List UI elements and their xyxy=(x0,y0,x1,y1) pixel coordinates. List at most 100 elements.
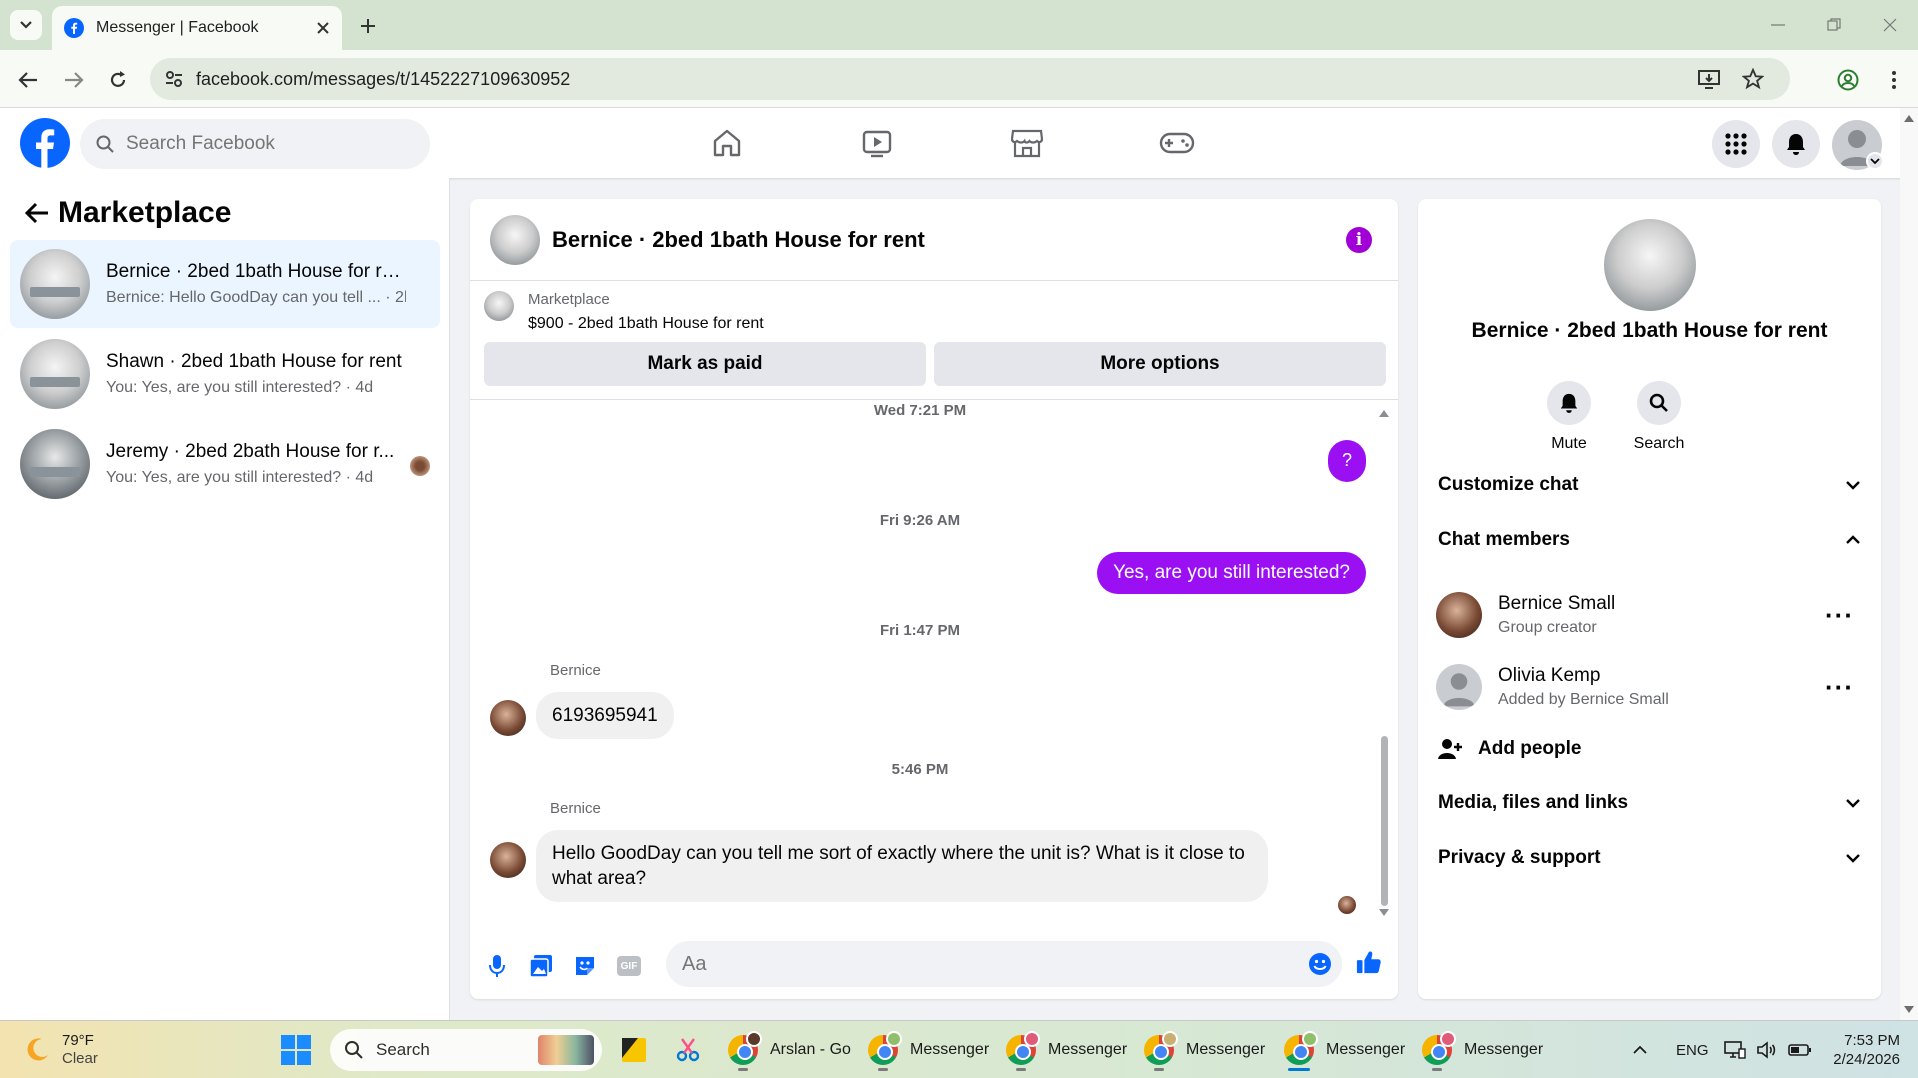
back-button[interactable] xyxy=(14,66,42,94)
show-hidden-icons-button[interactable] xyxy=(1632,1029,1648,1071)
grid-menu-icon xyxy=(1725,133,1747,155)
language-indicator[interactable]: ENG xyxy=(1676,1029,1709,1071)
browser-menu-button[interactable] xyxy=(1880,66,1908,94)
facebook-search-box[interactable] xyxy=(80,119,430,169)
more-options-icon[interactable]: ··· xyxy=(1825,672,1854,703)
facebook-search-input[interactable] xyxy=(126,133,376,155)
emoji-icon[interactable] xyxy=(1308,952,1332,976)
chat-member[interactable]: Olivia Kemp Added by Bernice Small ··· xyxy=(1436,657,1864,717)
gif-button[interactable]: GIF xyxy=(616,953,642,979)
add-people-row[interactable]: Add people xyxy=(1438,729,1861,769)
marketplace-icon xyxy=(1010,129,1044,158)
notifications-button[interactable] xyxy=(1772,120,1820,168)
sticker-button[interactable] xyxy=(572,953,598,979)
media-files-links-row[interactable]: Media, files and links xyxy=(1438,783,1861,823)
chat-avatar[interactable] xyxy=(490,214,540,265)
message-scrollbar[interactable] xyxy=(1378,408,1390,918)
new-tab-button[interactable] xyxy=(354,12,382,40)
sender-avatar[interactable] xyxy=(490,700,526,736)
incoming-message[interactable]: Hello GoodDay can you tell me sort of ex… xyxy=(536,830,1268,902)
facebook-header xyxy=(0,108,1918,178)
back-arrow-icon[interactable] xyxy=(24,202,50,224)
browser-tab[interactable]: Messenger | Facebook xyxy=(52,6,342,50)
mark-as-paid-button[interactable]: Mark as paid xyxy=(484,342,926,386)
attach-photo-button[interactable] xyxy=(528,953,554,979)
chat-members-row[interactable]: Chat members xyxy=(1438,520,1861,560)
conversation-item[interactable]: Bernice · 2bed 1bath House for rent Bern… xyxy=(10,240,440,328)
add-person-icon xyxy=(1438,739,1462,759)
member-avatar xyxy=(1436,664,1482,710)
page-scrollbar[interactable] xyxy=(1900,108,1918,1020)
sender-avatar[interactable] xyxy=(490,842,526,878)
taskbar-app[interactable]: Messenger xyxy=(1144,1029,1265,1071)
snipping-tool-app[interactable] xyxy=(674,1029,702,1071)
taskbar-search[interactable]: Search xyxy=(330,1029,602,1071)
scroll-thumb[interactable] xyxy=(1381,736,1388,906)
outgoing-message[interactable]: ? xyxy=(1328,440,1366,482)
voice-clip-button[interactable] xyxy=(484,953,510,979)
incoming-message[interactable]: 6193695941 xyxy=(536,692,674,739)
privacy-support-row[interactable]: Privacy & support xyxy=(1438,838,1861,878)
chevron-down-icon xyxy=(1846,799,1860,808)
send-like-button[interactable] xyxy=(1356,949,1382,975)
taskbar-app[interactable]: Messenger xyxy=(1006,1029,1127,1071)
start-button[interactable] xyxy=(280,1029,312,1071)
conversation-preview: You: Yes, are you still interested? · 4d xyxy=(106,469,374,486)
restore-button[interactable] xyxy=(1820,12,1848,38)
message-input-box[interactable] xyxy=(666,941,1342,987)
chat-details-panel: Bernice · 2bed 1bath House for rent Mute… xyxy=(1418,199,1881,999)
more-options-icon[interactable]: ··· xyxy=(1825,600,1854,631)
chat-title[interactable]: Bernice · 2bed 1bath House for rent xyxy=(552,227,925,253)
outgoing-message[interactable]: Yes, are you still interested? xyxy=(1097,552,1366,594)
close-window-button[interactable] xyxy=(1876,12,1904,38)
thumbs-up-icon xyxy=(1356,951,1381,974)
clock-time: 7:53 PM xyxy=(1844,1032,1900,1049)
address-bar[interactable]: facebook.com/messages/t/1452227109630952 xyxy=(150,58,1790,100)
site-info-icon[interactable] xyxy=(164,69,184,89)
forward-button[interactable] xyxy=(60,66,88,94)
member-role: Added by Bernice Small xyxy=(1498,691,1669,708)
scroll-down-icon[interactable] xyxy=(1378,908,1390,918)
sticky-notes-app[interactable] xyxy=(620,1029,648,1071)
listing-summary[interactable]: Marketplace $900 - 2bed 1bath House for … xyxy=(484,291,764,332)
install-app-icon[interactable] xyxy=(1698,69,1720,89)
close-tab-icon[interactable] xyxy=(316,21,330,35)
conversation-item[interactable]: Shawn · 2bed 1bath House for rent You: Y… xyxy=(10,330,440,418)
taskbar-search-label: Search xyxy=(376,1040,430,1059)
scroll-up-icon[interactable] xyxy=(1904,114,1914,122)
profile-button[interactable] xyxy=(1834,66,1862,94)
taskbar-app[interactable]: Messenger xyxy=(1284,1029,1405,1071)
bookmark-star-icon[interactable] xyxy=(1742,68,1764,90)
search-icon xyxy=(96,135,114,153)
system-tray[interactable] xyxy=(1724,1029,1812,1071)
message-list[interactable]: Wed 7:21 PM ? Fri 9:26 AM Yes, are you s… xyxy=(470,399,1398,931)
more-options-button[interactable]: More options xyxy=(934,342,1386,386)
message-input[interactable] xyxy=(682,952,1282,976)
tab-search-button[interactable] xyxy=(10,10,42,40)
conversation-item[interactable]: Jeremy · 2bed 2bath House for r... You: … xyxy=(10,420,440,508)
menu-button[interactable] xyxy=(1712,120,1760,168)
mute-button[interactable]: Mute xyxy=(1524,381,1614,453)
customize-chat-row[interactable]: Customize chat xyxy=(1438,465,1861,505)
conversation-title: Bernice · 2bed 1bath House for rent xyxy=(106,261,406,282)
reload-button[interactable] xyxy=(104,66,132,94)
scroll-down-icon[interactable] xyxy=(1904,1006,1914,1014)
nav-home[interactable] xyxy=(672,120,782,166)
nav-marketplace[interactable] xyxy=(972,120,1082,166)
nav-gaming[interactable] xyxy=(1122,120,1232,166)
taskbar-app[interactable]: Messenger xyxy=(868,1029,989,1071)
taskbar-app[interactable]: Arslan - Go xyxy=(728,1029,851,1071)
chat-details-avatar[interactable] xyxy=(1604,219,1696,311)
message-timestamp: Fri 9:26 AM xyxy=(879,512,961,529)
weather-widget[interactable]: 79°F Clear xyxy=(22,1029,98,1071)
facebook-logo-icon[interactable] xyxy=(20,118,70,168)
account-chevron[interactable] xyxy=(1866,152,1884,170)
chat-member[interactable]: Bernice Small Group creator ··· xyxy=(1436,585,1864,645)
scroll-up-icon[interactable] xyxy=(1378,408,1390,418)
minimize-button[interactable] xyxy=(1764,12,1792,38)
search-in-chat-button[interactable]: Search xyxy=(1614,381,1704,453)
nav-video[interactable] xyxy=(822,120,932,166)
chat-info-button[interactable]: i xyxy=(1346,227,1372,253)
clock[interactable]: 7:53 PM 2/24/2026 xyxy=(1810,1029,1900,1071)
taskbar-app[interactable]: Messenger xyxy=(1422,1029,1543,1071)
